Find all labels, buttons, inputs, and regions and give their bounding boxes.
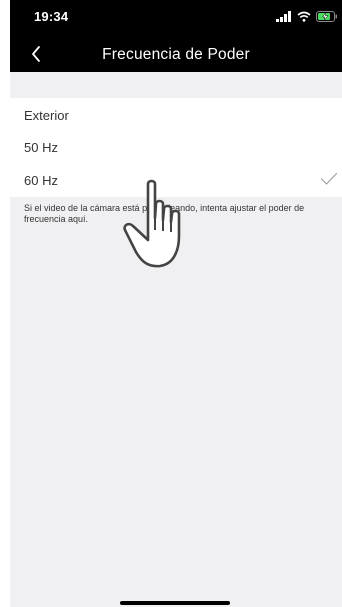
battery-charging-icon — [316, 10, 337, 22]
status-bar: 19:34 — [10, 0, 342, 36]
section-header-label: Exterior — [24, 108, 69, 123]
option-label: 60 Hz — [24, 173, 58, 188]
option-label: 50 Hz — [24, 140, 58, 155]
section-spacer — [10, 72, 342, 98]
phone-screen: 19:34 Frecuencia de Poder Exterior 50 Hz… — [10, 0, 342, 607]
page-title: Frecuencia de Poder — [102, 46, 250, 63]
checkmark-icon — [320, 172, 338, 185]
pointing-hand-icon — [123, 179, 181, 268]
navigation-bar: Frecuencia de Poder — [10, 36, 342, 72]
signal-icon — [276, 10, 291, 22]
status-time: 19:34 — [34, 9, 69, 24]
wifi-icon — [297, 11, 311, 22]
section-header: Exterior — [10, 98, 342, 131]
home-indicator[interactable] — [120, 601, 230, 605]
status-icons — [276, 9, 338, 23]
option-50hz[interactable]: 50 Hz — [10, 131, 342, 164]
